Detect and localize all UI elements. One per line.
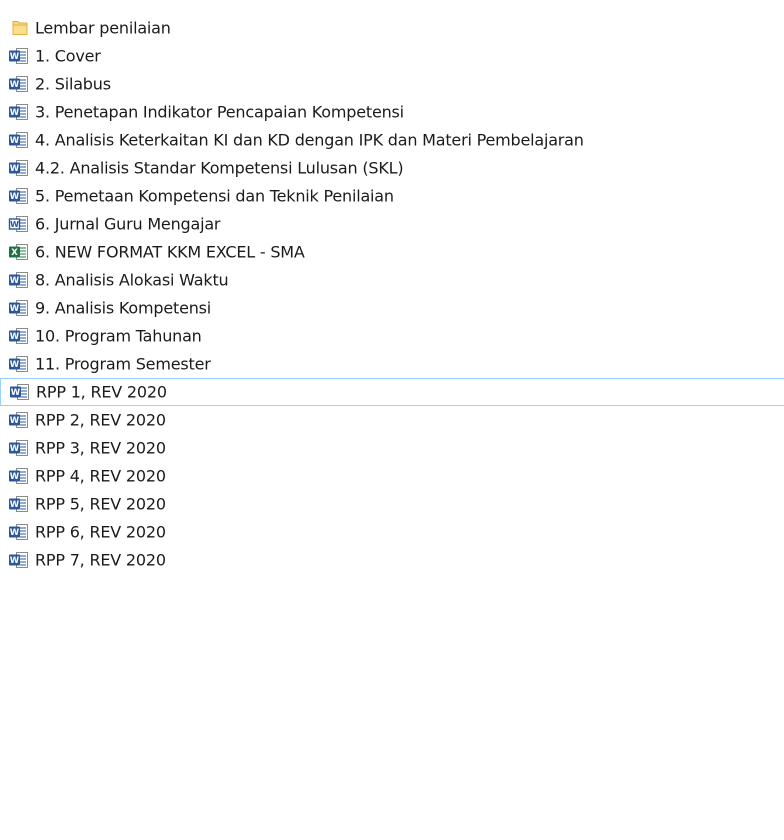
svg-text:W: W (10, 80, 20, 90)
file-name-label: RPP 2, REV 2020 (35, 410, 166, 430)
file-list: Lembar penilaian W 1. Cover W 2. Silabus W 3. … (0, 14, 784, 574)
svg-text:W: W (10, 52, 20, 62)
word-document-icon: W (9, 300, 28, 316)
file-name-label: RPP 7, REV 2020 (35, 550, 166, 570)
file-name-label: RPP 4, REV 2020 (35, 466, 166, 486)
svg-text:W: W (10, 332, 20, 342)
word-document-icon: W (9, 468, 28, 484)
svg-text:W: W (10, 192, 20, 202)
word-document-icon: W (9, 132, 28, 148)
word-document-icon: W (9, 76, 28, 92)
svg-text:W: W (10, 136, 20, 146)
svg-text:X: X (11, 248, 18, 258)
file-item-11-program-semester[interactable]: W 11. Program Semester (0, 350, 784, 378)
file-item-rpp-4-rev-2020[interactable]: W RPP 4, REV 2020 (0, 462, 784, 490)
word-document-icon: W (9, 356, 28, 372)
word-document-icon: W (9, 524, 28, 540)
svg-text:W: W (10, 500, 20, 510)
folder-icon (12, 21, 28, 35)
file-item-rpp-3-rev-2020[interactable]: W RPP 3, REV 2020 (0, 434, 784, 462)
svg-text:W: W (11, 388, 21, 398)
file-item-2-silabus[interactable]: W 2. Silabus (0, 70, 784, 98)
file-item-rpp-7-rev-2020[interactable]: W RPP 7, REV 2020 (0, 546, 784, 574)
word-document-icon: W (9, 552, 28, 568)
file-name-label: 5. Pemetaan Kompetensi dan Teknik Penila… (35, 186, 394, 206)
word-document-icon: W (9, 440, 28, 456)
file-name-label: 8. Analisis Alokasi Waktu (35, 270, 229, 290)
file-name-label: 11. Program Semester (35, 354, 211, 374)
svg-text:W: W (10, 220, 19, 229)
svg-text:W: W (10, 164, 20, 174)
file-item-1-cover[interactable]: W 1. Cover (0, 42, 784, 70)
word-document-icon: W (9, 412, 28, 428)
svg-text:W: W (10, 556, 20, 566)
svg-text:W: W (10, 304, 20, 314)
svg-text:W: W (10, 416, 20, 426)
file-name-label: RPP 5, REV 2020 (35, 494, 166, 514)
file-name-label: 6. Jurnal Guru Mengajar (35, 214, 221, 234)
word-document-icon: W (10, 384, 29, 400)
word-document-icon: W (9, 496, 28, 512)
word-97-2003-document-icon: W (8, 216, 28, 232)
file-name-label: 3. Penetapan Indikator Pencapaian Kompet… (35, 102, 404, 122)
file-item-3-penetapan-indikator-pencapaian-kompetensi[interactable]: W 3. Penetapan Indikator Pencapaian Kompe… (0, 98, 784, 126)
file-name-label: 6. NEW FORMAT KKM EXCEL - SMA (35, 242, 305, 262)
word-document-icon: W (9, 104, 28, 120)
file-item-rpp-6-rev-2020[interactable]: W RPP 6, REV 2020 (0, 518, 784, 546)
svg-text:W: W (10, 472, 20, 482)
excel-workbook-icon: X (9, 244, 28, 260)
file-item-8-analisis-alokasi-waktu[interactable]: W 8. Analisis Alokasi Waktu (0, 266, 784, 294)
file-item-10-program-tahunan[interactable]: W 10. Program Tahunan (0, 322, 784, 350)
svg-text:W: W (10, 276, 20, 286)
word-document-icon: W (9, 48, 28, 64)
word-document-icon: W (9, 160, 28, 176)
file-name-label: RPP 3, REV 2020 (35, 438, 166, 458)
file-name-label: 4.2. Analisis Standar Kompetensi Lulusan… (35, 158, 404, 178)
file-item-5-pemetaan-kompetensi-dan-teknik-penilaian[interactable]: W 5. Pemetaan Kompetensi dan Teknik Penil… (0, 182, 784, 210)
file-item-4-2-analisis-standar-kompetensi-lulusan-skl[interactable]: W 4.2. Analisis Standar Kompetensi Lulusa… (0, 154, 784, 182)
file-item-6-jurnal-guru-mengajar[interactable]: W 6. Jurnal Guru Mengajar (0, 210, 784, 238)
svg-text:W: W (10, 528, 20, 538)
word-document-icon: W (9, 272, 28, 288)
file-name-label: 1. Cover (35, 46, 101, 66)
svg-text:W: W (10, 108, 20, 118)
file-item-9-analisis-kompetensi[interactable]: W 9. Analisis Kompetensi (0, 294, 784, 322)
file-name-label: 2. Silabus (35, 74, 111, 94)
word-document-icon: W (9, 188, 28, 204)
word-document-icon: W (9, 328, 28, 344)
file-item-rpp-1-rev-2020[interactable]: W RPP 1, REV 2020 (0, 378, 784, 406)
file-name-label: Lembar penilaian (35, 18, 171, 38)
svg-text:W: W (10, 360, 20, 370)
file-name-label: RPP 1, REV 2020 (36, 382, 167, 402)
file-item-6-new-format-kkm-excel-sma[interactable]: X 6. NEW FORMAT KKM EXCEL - SMA (0, 238, 784, 266)
file-name-label: 10. Program Tahunan (35, 326, 202, 346)
file-name-label: RPP 6, REV 2020 (35, 522, 166, 542)
file-item-rpp-5-rev-2020[interactable]: W RPP 5, REV 2020 (0, 490, 784, 518)
file-name-label: 4. Analisis Keterkaitan KI dan KD dengan… (35, 130, 584, 150)
svg-text:W: W (10, 444, 20, 454)
file-name-label: 9. Analisis Kompetensi (35, 298, 212, 318)
file-item-4-analisis-keterkaitan-ki-dan-kd-dengan-ipk-dan-materi-pembelajaran[interactable]: W 4. Analisis Keterkaitan KI dan KD denga… (0, 126, 784, 154)
folder-item-lembar-penilaian[interactable]: Lembar penilaian (0, 14, 784, 42)
file-item-rpp-2-rev-2020[interactable]: W RPP 2, REV 2020 (0, 406, 784, 434)
